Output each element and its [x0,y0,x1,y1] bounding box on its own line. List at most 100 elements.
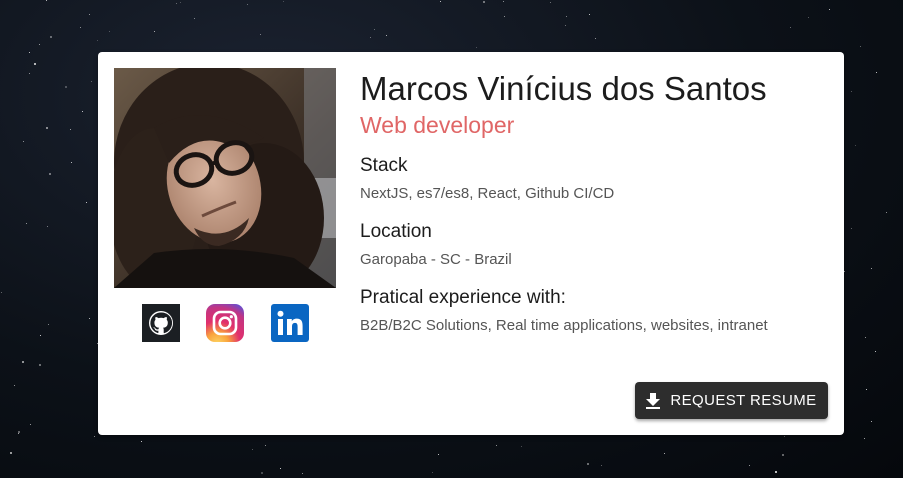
star [80,27,81,28]
star [601,465,602,466]
star [91,81,92,82]
github-icon [142,304,180,342]
star [504,16,505,17]
star [39,364,41,366]
profile-info: Marcos Vinícius dos Santos Web developer… [360,70,830,336]
github-link[interactable] [142,304,180,342]
star [1,292,2,293]
star [283,1,284,2]
star [871,421,872,422]
star [496,445,497,446]
profile-card: Marcos Vinícius dos Santos Web developer… [98,52,844,435]
stack-text: NextJS, es7/es8, React, Github CI/CD [360,185,615,202]
star [775,471,777,473]
star [432,472,433,473]
profile-role: Web developer [360,112,515,138]
star [550,2,551,3]
linkedin-link[interactable] [271,304,309,342]
star [876,72,877,73]
location-title: Location [360,221,432,242]
star [252,449,253,450]
star [97,40,98,41]
star [587,463,589,465]
star [851,91,852,92]
star [47,226,48,227]
request-resume-label: Request resume [670,392,817,409]
star [30,424,31,425]
star [438,454,439,455]
star [22,361,24,363]
star [18,431,20,433]
instagram-link[interactable] [206,304,244,342]
star [844,271,845,272]
star [521,446,522,447]
star [829,9,830,10]
star [82,111,83,112]
star [89,14,90,15]
star [176,3,177,4]
star [871,268,872,269]
star [386,35,387,36]
star [26,223,27,224]
star [565,25,566,26]
star [782,454,784,456]
star [48,324,49,325]
star [260,34,261,35]
star [46,127,48,129]
linkedin-icon [271,304,309,342]
star [280,468,281,469]
profile-photo [114,68,336,288]
star [503,1,504,2]
star [247,4,248,5]
star [566,16,567,17]
star [10,452,12,454]
star [302,473,303,474]
star [70,129,71,130]
location-text: Garopaba - SC - Brazil [360,251,512,268]
star [875,351,876,352]
instagram-icon [206,304,244,342]
star [39,44,40,45]
experience-title: Pratical experience with: [360,287,566,308]
star [864,438,865,439]
star [483,1,485,3]
star [374,29,375,30]
star [86,202,87,203]
star [65,86,67,88]
star [94,436,95,437]
star [476,47,477,48]
star [664,453,665,454]
star [49,173,51,175]
star [29,73,30,74]
star [180,2,181,3]
star [866,389,867,390]
social-links [142,304,310,342]
download-icon [646,392,661,409]
star [851,228,852,229]
star [595,38,596,39]
star [855,145,856,146]
star [440,1,441,2]
star [154,31,155,32]
star [89,318,90,319]
star [749,465,750,466]
star [14,385,15,386]
star [808,17,809,18]
star [46,0,47,1]
star [23,141,24,142]
star [370,37,371,38]
star [141,441,142,442]
star [50,36,52,38]
star [194,18,195,19]
request-resume-button[interactable]: Request resume [635,382,828,419]
star [265,445,266,446]
star [790,27,791,28]
star [34,63,36,65]
star [860,46,861,47]
star [589,14,590,15]
star [886,212,887,213]
profile-name: Marcos Vinícius dos Santos [360,70,767,107]
stack-title: Stack [360,155,408,176]
star [109,31,110,32]
star [261,472,263,474]
